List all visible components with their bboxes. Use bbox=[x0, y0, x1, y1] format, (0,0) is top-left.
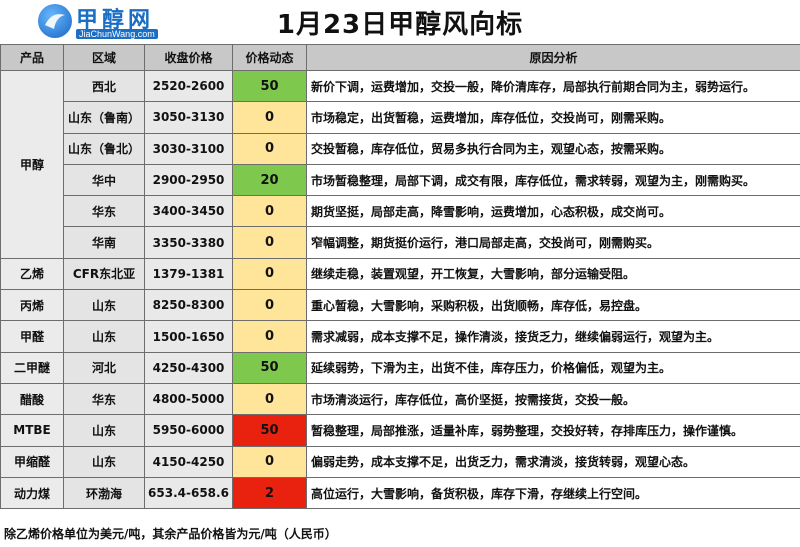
price-cell: 4250-4300 bbox=[144, 351, 233, 384]
price-cell: 2900-2950 bbox=[144, 163, 233, 197]
table-row: 丙烯 山东 8250-8300 0 重心暂稳，大雪影响，采购积极，出货顺畅，库存… bbox=[0, 289, 800, 322]
reason-cell: 新价下调，运费增加，交投一般，降价清库存，局部执行前期合同为主，弱势运行。 bbox=[306, 69, 800, 103]
dynamic-cell: 0 bbox=[232, 289, 307, 322]
region-cell: 环渤海 bbox=[63, 476, 145, 510]
dynamic-cell: 0 bbox=[232, 382, 307, 416]
header-reason: 原因分析 bbox=[306, 44, 800, 71]
table-row: MTBE 山东 5950-6000 50 暂稳整理，局部推涨，适量补库，弱势整理… bbox=[0, 414, 800, 447]
dynamic-cell: 0 bbox=[232, 320, 307, 353]
table-row: 山东（鲁北） 3030-3100 0 交投暂稳，库存低位，贸易多执行合同为主，观… bbox=[1, 132, 800, 165]
product-cell: 甲缩醛 bbox=[0, 445, 64, 478]
price-cell: 5950-6000 bbox=[144, 414, 233, 447]
product-cell: 动力煤 bbox=[0, 476, 64, 510]
table-row: 华南 3350-3380 0 窄幅调整，期货挺价运行，港口局部走高，交投尚可，刚… bbox=[1, 226, 800, 259]
table-row: 山东（鲁南） 3050-3130 0 市场稳定，出货暂稳，运费增加，库存低位，交… bbox=[1, 101, 800, 134]
reason-cell: 重心暂稳，大雪影响，采购积极，出货顺畅，库存低，易控盘。 bbox=[306, 289, 800, 322]
table-row: 华东 3400-3450 0 期货坚挺，局部走高，降雪影响，运费增加，心态积极，… bbox=[1, 195, 800, 228]
reason-cell: 窄幅调整，期货挺价运行，港口局部走高，交投尚可，刚需购买。 bbox=[306, 226, 800, 259]
region-cell: 山东 bbox=[63, 445, 145, 478]
header-dynamic: 价格动态 bbox=[232, 44, 307, 71]
product-cell: 甲醛 bbox=[0, 320, 64, 353]
region-cell: 华南 bbox=[63, 226, 145, 259]
table-row: 甲缩醛 山东 4150-4250 0 偏弱走势，成本支撑不足，出货乏力，需求清淡… bbox=[0, 445, 800, 478]
region-cell: CFR东北亚 bbox=[63, 257, 145, 291]
reason-cell: 期货坚挺，局部走高，降雪影响，运费增加，心态积极，成交尚可。 bbox=[306, 195, 800, 228]
product-cell: MTBE bbox=[0, 414, 64, 447]
dynamic-cell: 50 bbox=[232, 351, 307, 384]
region-cell: 山东（鲁北） bbox=[63, 132, 145, 165]
dynamic-cell: 20 bbox=[232, 163, 307, 197]
footer-note: 除乙烯价格单位为美元/吨，其余产品价格皆为元/吨（人民币） bbox=[0, 523, 800, 547]
product-cell: 丙烯 bbox=[0, 289, 64, 322]
dynamic-cell: 0 bbox=[232, 257, 307, 291]
region-cell: 山东 bbox=[63, 320, 145, 353]
price-cell: 3030-3100 bbox=[144, 132, 233, 165]
dynamic-cell: 0 bbox=[232, 195, 307, 228]
reason-cell: 交投暂稳，库存低位，贸易多执行合同为主，观望心态，按需采购。 bbox=[306, 132, 800, 165]
table-row: 二甲醚 河北 4250-4300 50 延续弱势，下滑为主，出货不佳，库存压力，… bbox=[0, 351, 800, 384]
reason-cell: 暂稳整理，局部推涨，适量补库，弱势整理，交投好转，存排库压力，操作谨慎。 bbox=[306, 414, 800, 447]
product-cell: 乙烯 bbox=[0, 257, 64, 291]
table-row: 醋酸 华东 4800-5000 0 市场清淡运行，库存低位，高价坚挺，按需接货，… bbox=[0, 382, 800, 416]
dynamic-cell: 0 bbox=[232, 226, 307, 259]
reason-cell: 延续弱势，下滑为主，出货不佳，库存压力，价格偏低，观望为主。 bbox=[306, 351, 800, 384]
table-header-row: 产品 区域 收盘价格 价格动态 原因分析 bbox=[0, 44, 800, 71]
product-cell: 二甲醚 bbox=[0, 351, 64, 384]
price-cell: 4800-5000 bbox=[144, 382, 233, 416]
region-cell: 山东（鲁南） bbox=[63, 101, 145, 134]
region-cell: 山东 bbox=[63, 289, 145, 322]
table-row: 甲醛 山东 1500-1650 0 需求减弱，成本支撑不足，操作清淡，接货乏力，… bbox=[0, 320, 800, 353]
reason-cell: 市场暂稳整理，局部下调，成交有限，库存低位，需求转弱，观望为主，刚需购买。 bbox=[306, 163, 800, 197]
region-cell: 华东 bbox=[63, 382, 145, 416]
price-cell: 4150-4250 bbox=[144, 445, 233, 478]
dynamic-cell: 50 bbox=[232, 69, 307, 103]
dynamic-cell: 0 bbox=[232, 101, 307, 134]
reason-cell: 继续走稳，装置观望，开工恢复，大雪影响，部分运输受阻。 bbox=[306, 257, 800, 291]
header: 甲醇网 JiaChunWang.com 1月23日甲醇风向标 bbox=[0, 0, 800, 44]
header-product: 产品 bbox=[0, 44, 64, 71]
header-price: 收盘价格 bbox=[144, 44, 233, 71]
reason-cell: 市场稳定，出货暂稳，运费增加，库存低位，交投尚可，刚需采购。 bbox=[306, 101, 800, 134]
dynamic-cell: 2 bbox=[232, 476, 307, 510]
region-cell: 华中 bbox=[63, 163, 145, 197]
region-cell: 山东 bbox=[63, 414, 145, 447]
dynamic-cell: 0 bbox=[232, 132, 307, 165]
dynamic-cell: 50 bbox=[232, 414, 307, 447]
region-cell: 河北 bbox=[63, 351, 145, 384]
dynamic-cell: 0 bbox=[232, 445, 307, 478]
table-row: 甲醇 西北 2520-2600 50 新价下调，运费增加，交投一般，降价清库存，… bbox=[0, 69, 800, 259]
reason-cell: 高位运行，大雪影响，备货积极，库存下滑，存继续上行空间。 bbox=[306, 476, 800, 510]
reason-cell: 偏弱走势，成本支撑不足，出货乏力，需求清淡，接货转弱，观望心态。 bbox=[306, 445, 800, 478]
header-region: 区域 bbox=[63, 44, 145, 71]
product-cell: 醋酸 bbox=[0, 382, 64, 416]
table-row: 动力煤 环渤海 653.4-658.6 2 高位运行，大雪影响，备货积极，库存下… bbox=[0, 476, 800, 510]
price-cell: 653.4-658.6 bbox=[144, 476, 233, 510]
table-body: 甲醇 西北 2520-2600 50 新价下调，运费增加，交投一般，降价清库存，… bbox=[0, 69, 800, 510]
page-title: 1月23日甲醇风向标 bbox=[276, 10, 524, 40]
price-table: 产品 区域 收盘价格 价格动态 原因分析 甲醇 西北 2520-2600 50 … bbox=[0, 44, 800, 510]
price-cell: 3050-3130 bbox=[144, 101, 233, 134]
reason-cell: 需求减弱，成本支撑不足，操作清淡，接货乏力，继续偏弱运行，观望为主。 bbox=[306, 320, 800, 353]
price-cell: 3350-3380 bbox=[144, 226, 233, 259]
price-cell: 1500-1650 bbox=[144, 320, 233, 353]
reason-cell: 市场清淡运行，库存低位，高价坚挺，按需接货，交投一般。 bbox=[306, 382, 800, 416]
region-cell: 华东 bbox=[63, 195, 145, 228]
price-cell: 8250-8300 bbox=[144, 289, 233, 322]
product-cell: 甲醇 bbox=[0, 70, 64, 259]
price-cell: 1379-1381 bbox=[144, 257, 233, 291]
table-row: 华中 2900-2950 20 市场暂稳整理，局部下调，成交有限，库存低位，需求… bbox=[1, 163, 800, 197]
price-cell: 3400-3450 bbox=[144, 195, 233, 228]
region-cell: 西北 bbox=[63, 69, 145, 103]
table-row: 乙烯 CFR东北亚 1379-1381 0 继续走稳，装置观望，开工恢复，大雪影… bbox=[0, 257, 800, 291]
price-cell: 2520-2600 bbox=[144, 69, 233, 103]
